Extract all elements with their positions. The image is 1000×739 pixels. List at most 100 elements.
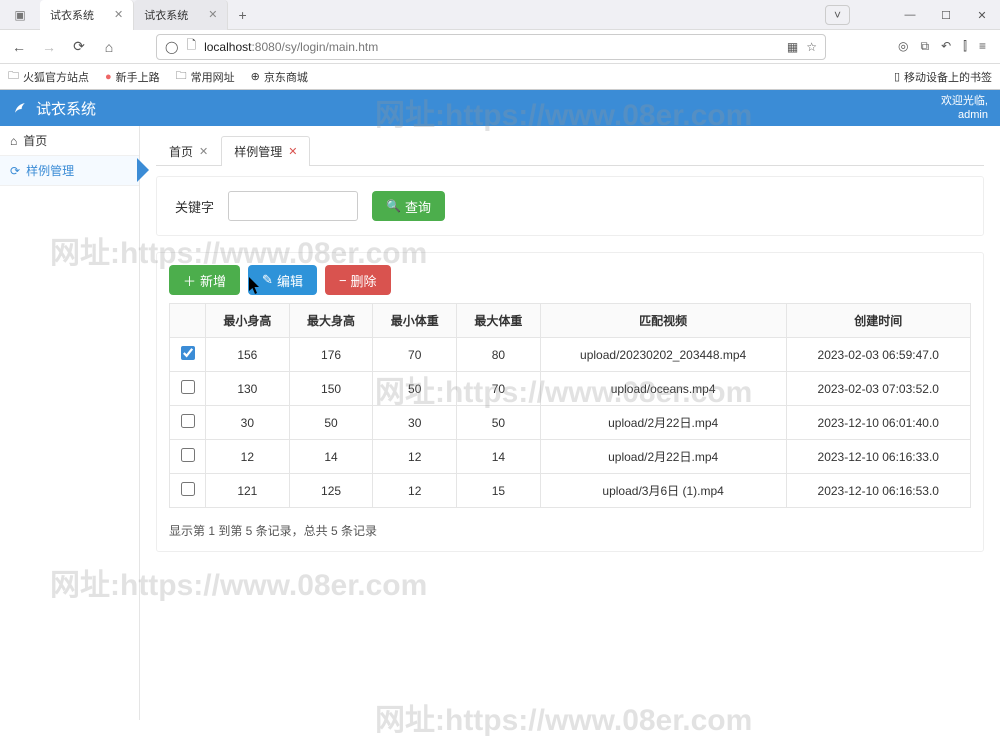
- cell-created: 2023-12-10 06:16:33.0: [786, 440, 970, 474]
- pagination-info: 显示第 1 到第 5 条记录，总共 5 条记录: [169, 522, 971, 539]
- col-max-weight: 最大体重: [457, 304, 541, 338]
- cell-video: upload/3月6日 (1).mp4: [540, 474, 786, 508]
- sidebar-item-home[interactable]: ⌂ 首页: [0, 126, 139, 156]
- app-header: 试衣系统 欢迎光临, admin: [0, 90, 1000, 126]
- back-button[interactable]: ←: [6, 34, 32, 60]
- cell-created: 2023-02-03 07:03:52.0: [786, 372, 970, 406]
- reload-button[interactable]: ⟳: [66, 34, 92, 60]
- cell-created: 2023-12-10 06:16:53.0: [786, 474, 970, 508]
- tabs-dropdown-button[interactable]: ˅: [825, 5, 850, 25]
- sidebar-item-label: 首页: [23, 132, 47, 149]
- cell-max-h: 176: [289, 338, 373, 372]
- cell-max-h: 150: [289, 372, 373, 406]
- maximize-icon[interactable]: ☐: [928, 0, 964, 30]
- welcome-text: 欢迎光临, admin: [941, 94, 988, 123]
- reader-icon[interactable]: ▦: [787, 40, 798, 54]
- bookmark-item[interactable]: 🗀火狐官方站点: [8, 67, 89, 86]
- home-icon: ⌂: [10, 134, 17, 148]
- query-button[interactable]: 🔍 查询: [372, 191, 445, 221]
- lock-icon: 🗋: [186, 36, 196, 57]
- app-title: 试衣系统: [36, 98, 96, 119]
- browser-tab-2[interactable]: 试衣系统 ✕: [134, 0, 228, 30]
- keyword-input[interactable]: [228, 191, 358, 221]
- row-checkbox[interactable]: [181, 448, 195, 462]
- url-bar[interactable]: ◯ 🗋 localhost:8080/sy/login/main.htm ▦ ☆: [156, 34, 826, 60]
- folder-icon: 🗀: [8, 67, 19, 86]
- cell-max-h: 125: [289, 474, 373, 508]
- bookmark-item[interactable]: 🗀常用网址: [176, 67, 235, 86]
- cell-max-w: 50: [457, 406, 541, 440]
- welcome-line: 欢迎光临,: [941, 94, 988, 108]
- col-min-height: 最小身高: [206, 304, 290, 338]
- table-row: 12141214upload/2月22日.mp42023-12-10 06:16…: [170, 440, 971, 474]
- sidebar-item-sample-mgmt[interactable]: ⟳ 样例管理: [0, 156, 139, 186]
- main-content: 首页 ✕ 样例管理 ✕ 关键字 🔍 查询 ＋ 新增: [140, 126, 1000, 720]
- data-table: 最小身高 最大身高 最小体重 最大体重 匹配视频 创建时间 1561767080…: [169, 303, 971, 508]
- button-label: 查询: [405, 197, 431, 216]
- table-row: 1211251215upload/3月6日 (1).mp42023-12-10 …: [170, 474, 971, 508]
- welcome-user: admin: [941, 108, 988, 122]
- account-icon[interactable]: ◎: [898, 39, 908, 54]
- cell-max-h: 14: [289, 440, 373, 474]
- bookmarks-bar: 🗀火狐官方站点 ●新手上路 🗀常用网址 ⊕京东商城 ▯移动设备上的书签: [0, 64, 1000, 90]
- cell-max-w: 14: [457, 440, 541, 474]
- menu-icon[interactable]: ≡: [979, 39, 986, 54]
- mobile-bookmarks[interactable]: ▯移动设备上的书签: [894, 69, 992, 85]
- sidebar: ⌂ 首页 ⟳ 样例管理: [0, 126, 140, 720]
- url-path: /sy/login/main.htm: [282, 40, 379, 54]
- row-checkbox[interactable]: [181, 346, 195, 360]
- search-panel: 关键字 🔍 查询: [156, 176, 984, 236]
- cell-max-w: 70: [457, 372, 541, 406]
- forward-button[interactable]: →: [36, 34, 62, 60]
- window-controls: — ☐ ✕: [892, 0, 1000, 30]
- row-checkbox[interactable]: [181, 482, 195, 496]
- cell-created: 2023-12-10 06:01:40.0: [786, 406, 970, 440]
- firefox-shield-icon: ▣: [0, 8, 40, 22]
- browser-tab-1[interactable]: 试衣系统 ✕: [40, 0, 134, 30]
- cell-video: upload/2月22日.mp4: [540, 406, 786, 440]
- edit-icon: ✎: [262, 272, 273, 288]
- row-checkbox[interactable]: [181, 414, 195, 428]
- tab-sample-mgmt[interactable]: 样例管理 ✕: [221, 136, 310, 166]
- tab-title: 试衣系统: [50, 7, 94, 23]
- tab-home[interactable]: 首页 ✕: [156, 136, 221, 166]
- cell-min-h: 30: [206, 406, 290, 440]
- delete-button[interactable]: − 删除: [325, 265, 391, 295]
- cell-video: upload/2月22日.mp4: [540, 440, 786, 474]
- tab-title: 试衣系统: [144, 7, 188, 23]
- button-label: 编辑: [277, 271, 303, 290]
- bookmark-item[interactable]: ● 新手上路: [105, 69, 160, 85]
- table-row: 1561767080upload/20230202_203448.mp42023…: [170, 338, 971, 372]
- cell-min-w: 12: [373, 440, 457, 474]
- close-icon[interactable]: ✕: [199, 145, 208, 158]
- add-button[interactable]: ＋ 新增: [169, 265, 240, 295]
- close-icon[interactable]: ✕: [288, 145, 297, 158]
- bookmark-label: 火狐官方站点: [23, 69, 89, 85]
- cell-min-w: 50: [373, 372, 457, 406]
- bookmark-item[interactable]: ⊕京东商城: [251, 69, 308, 85]
- globe-icon: ●: [105, 71, 112, 83]
- data-panel: ＋ 新增 ✎ 编辑 − 删除 最小身高 最大身高: [156, 252, 984, 552]
- cell-min-h: 130: [206, 372, 290, 406]
- search-label: 关键字: [175, 197, 214, 216]
- close-icon[interactable]: ✕: [188, 8, 217, 21]
- minimize-icon[interactable]: —: [892, 0, 928, 30]
- folder-icon: 🗀: [176, 67, 187, 86]
- cell-max-w: 15: [457, 474, 541, 508]
- history-icon[interactable]: ↶: [941, 39, 951, 54]
- row-checkbox[interactable]: [181, 380, 195, 394]
- cell-min-h: 156: [206, 338, 290, 372]
- col-min-weight: 最小体重: [373, 304, 457, 338]
- col-max-height: 最大身高: [289, 304, 373, 338]
- mobile-icon: ▯: [894, 70, 900, 83]
- library-icon[interactable]: ⫿: [963, 39, 967, 54]
- close-window-icon[interactable]: ✕: [964, 0, 1000, 30]
- home-button[interactable]: ⌂: [96, 34, 122, 60]
- extensions-icon[interactable]: ⧉: [921, 39, 930, 54]
- new-tab-button[interactable]: +: [228, 7, 256, 23]
- edit-button[interactable]: ✎ 编辑: [248, 265, 317, 295]
- leaf-icon: [12, 97, 30, 119]
- bookmark-star-icon[interactable]: ☆: [806, 40, 817, 54]
- bookmark-label: 新手上路: [116, 69, 160, 85]
- close-icon[interactable]: ✕: [94, 8, 123, 21]
